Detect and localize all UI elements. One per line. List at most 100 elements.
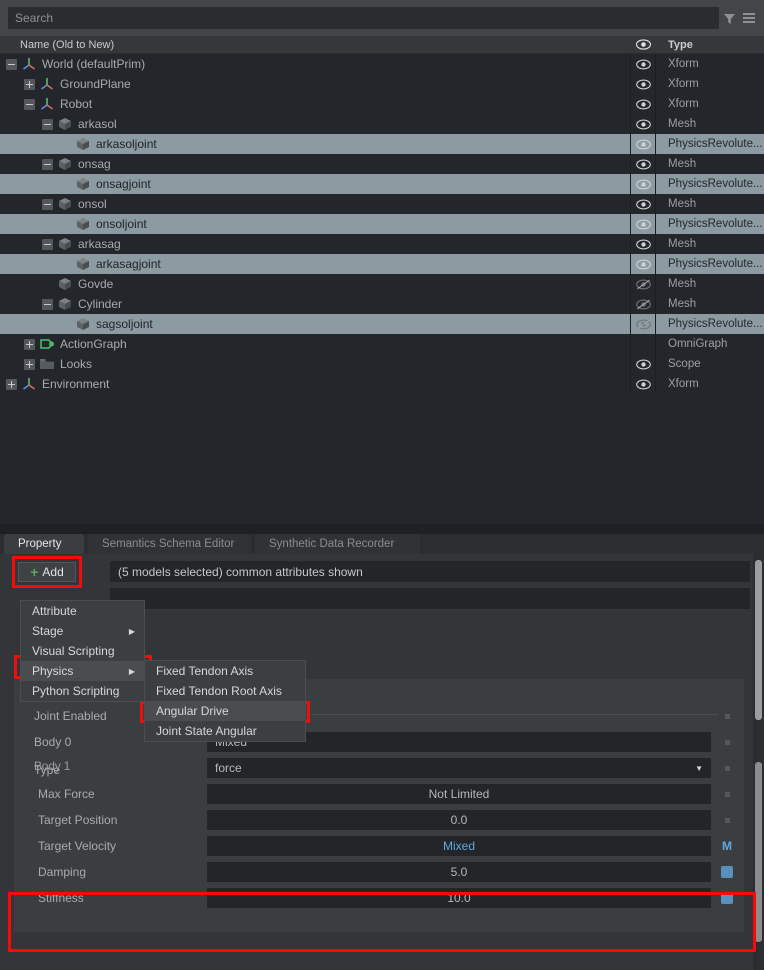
mesh-cube-icon	[75, 136, 91, 152]
attribute-authored-indicator[interactable]	[721, 892, 733, 904]
collapse-toggle-icon[interactable]	[24, 98, 35, 110]
xform-axis-icon	[39, 76, 55, 92]
tree-row-environment[interactable]: Environment Xform	[0, 374, 764, 394]
visibility-toggle-icon	[630, 334, 656, 354]
expand-toggle-icon[interactable]	[24, 358, 35, 370]
menu-item-label: Attribute	[32, 604, 77, 618]
column-header-name[interactable]: Name (Old to New)	[0, 39, 630, 51]
property-scrollbar-thumb-secondary[interactable]	[755, 762, 762, 942]
attribute-authored-indicator[interactable]	[721, 866, 733, 878]
selection-info-field: (5 models selected) common attributes sh…	[110, 561, 750, 582]
visibility-toggle-icon[interactable]	[630, 294, 656, 314]
property-value-field[interactable]: Not Limited	[207, 784, 711, 804]
menu-item-python-scripting[interactable]: Python Scripting	[21, 681, 144, 701]
menu-item-fixed-tendon-root-axis[interactable]: Fixed Tendon Root Axis	[145, 681, 305, 701]
collapse-toggle-icon[interactable]	[42, 198, 53, 210]
property-value-field[interactable]: force ▼	[207, 758, 711, 778]
tab-synthetic-data-recorder[interactable]: Synthetic Data Recorder	[255, 534, 420, 554]
tree-row-onsag[interactable]: onsag Mesh	[0, 154, 764, 174]
tree-row-type: Xform	[668, 98, 699, 110]
visibility-toggle-icon[interactable]	[630, 194, 656, 214]
visibility-toggle-icon[interactable]	[630, 254, 656, 274]
menu-item-visual-scripting[interactable]: Visual Scripting	[21, 641, 144, 661]
tree-row-arkasag[interactable]: arkasag Mesh	[0, 234, 764, 254]
tab-semantics-schema-editor[interactable]: Semantics Schema Editor	[88, 534, 251, 554]
xform-axis-icon	[39, 96, 55, 112]
visibility-toggle-icon[interactable]	[630, 114, 656, 134]
tree-row-arkasol[interactable]: arkasol Mesh	[0, 114, 764, 134]
collapse-toggle-icon[interactable]	[42, 298, 53, 310]
collapse-toggle-icon[interactable]	[42, 118, 53, 130]
column-header-type[interactable]: Type	[656, 39, 764, 51]
property-value-field[interactable]: 10.0	[207, 888, 711, 908]
tree-row-type: PhysicsRevolute...	[668, 318, 763, 330]
filter-icon[interactable]	[719, 0, 739, 36]
tree-row-name-cell: onsol	[0, 194, 630, 214]
tree-row-govde[interactable]: Govde Mesh	[0, 274, 764, 294]
property-value-field[interactable]: 0.0	[207, 810, 711, 830]
expand-toggle-icon[interactable]	[24, 78, 35, 90]
visibility-toggle-icon[interactable]	[630, 374, 656, 394]
collapse-toggle-icon[interactable]	[42, 238, 53, 250]
property-value-field[interactable]: 5.0	[207, 862, 711, 882]
tree-row-label: Looks	[60, 357, 93, 371]
visibility-toggle-icon[interactable]	[630, 314, 656, 334]
tree-row-onsoljoint[interactable]: onsoljoint PhysicsRevolute...	[0, 214, 764, 234]
visibility-toggle-icon[interactable]	[630, 214, 656, 234]
tree-row-name-cell: ActionGraph	[0, 334, 630, 354]
attribute-state-dot	[724, 713, 730, 719]
tree-row-robot[interactable]: Robot Xform	[0, 94, 764, 114]
tree-row-type: Mesh	[668, 298, 697, 310]
tab-property[interactable]: Property	[4, 534, 84, 554]
tree-row-onsagjoint[interactable]: onsagjoint PhysicsRevolute...	[0, 174, 764, 194]
visibility-toggle-icon[interactable]	[630, 74, 656, 94]
visibility-toggle-icon[interactable]	[630, 174, 656, 194]
mixed-value-badge: M	[722, 839, 732, 853]
chevron-down-icon[interactable]: ▼	[695, 764, 703, 773]
visibility-toggle-icon[interactable]	[630, 234, 656, 254]
expand-toggle-icon[interactable]	[6, 378, 17, 390]
visibility-toggle-icon[interactable]	[630, 154, 656, 174]
tree-row-world-defaultprim[interactable]: World (defaultPrim) Xform	[0, 54, 764, 74]
tree-row-label: sagsoljoint	[96, 317, 153, 331]
menu-item-stage[interactable]: Stage ▶	[21, 621, 144, 641]
tree-row-label: onsagjoint	[96, 177, 151, 191]
property-label: Body 0	[34, 735, 72, 749]
options-menu-icon[interactable]	[739, 0, 759, 36]
add-button[interactable]: + Add	[18, 562, 76, 582]
tree-row-cylinder[interactable]: Cylinder Mesh	[0, 294, 764, 314]
visibility-toggle-icon[interactable]	[630, 274, 656, 294]
property-add-row: + Add (5 models selected) common attribu…	[0, 554, 764, 609]
property-row-gutter: M	[718, 836, 736, 856]
tree-row-sagsoljoint[interactable]: sagsoljoint PhysicsRevolute...	[0, 314, 764, 334]
property-panel-tabbar: Property Semantics Schema Editor Synthetic…	[0, 534, 764, 554]
menu-item-fixed-tendon-axis[interactable]: Fixed Tendon Axis	[145, 661, 305, 681]
menu-item-angular-drive[interactable]: Angular Drive	[145, 701, 305, 721]
tree-row-groundplane[interactable]: GroundPlane Xform	[0, 74, 764, 94]
visibility-toggle-icon[interactable]	[630, 354, 656, 374]
collapse-toggle-icon[interactable]	[6, 58, 17, 70]
menu-item-physics[interactable]: Physics ▶	[21, 661, 144, 681]
property-row-gutter	[718, 810, 736, 830]
secondary-empty-field[interactable]	[110, 588, 750, 609]
tree-row-actiongraph[interactable]: ActionGraph OmniGraph	[0, 334, 764, 354]
tree-row-looks[interactable]: Looks Scope	[0, 354, 764, 374]
visibility-toggle-icon[interactable]	[630, 94, 656, 114]
property-row-body-1: Body 1 Type force ▼	[14, 755, 744, 781]
tree-row-onsol[interactable]: onsol Mesh	[0, 194, 764, 214]
property-scrollbar-thumb[interactable]	[755, 560, 762, 720]
visibility-toggle-icon[interactable]	[630, 54, 656, 74]
property-label: Damping	[38, 865, 87, 879]
menu-item-label: Fixed Tendon Root Axis	[156, 684, 282, 698]
tree-row-arkasagjoint[interactable]: arkasagjoint PhysicsRevolute...	[0, 254, 764, 274]
search-input[interactable]	[8, 7, 719, 29]
property-label: Max Force	[38, 787, 95, 801]
collapse-toggle-icon[interactable]	[42, 158, 53, 170]
expand-toggle-icon[interactable]	[24, 338, 35, 350]
menu-item-joint-state-angular[interactable]: Joint State Angular	[145, 721, 305, 741]
property-row-stiffness: Stiffness 10.0	[14, 885, 744, 911]
menu-item-attribute[interactable]: Attribute	[21, 601, 144, 621]
property-value-field[interactable]: Mixed	[207, 836, 711, 856]
tree-row-arkasoljoint[interactable]: arkasoljoint PhysicsRevolute...	[0, 134, 764, 154]
visibility-toggle-icon[interactable]	[630, 134, 656, 154]
